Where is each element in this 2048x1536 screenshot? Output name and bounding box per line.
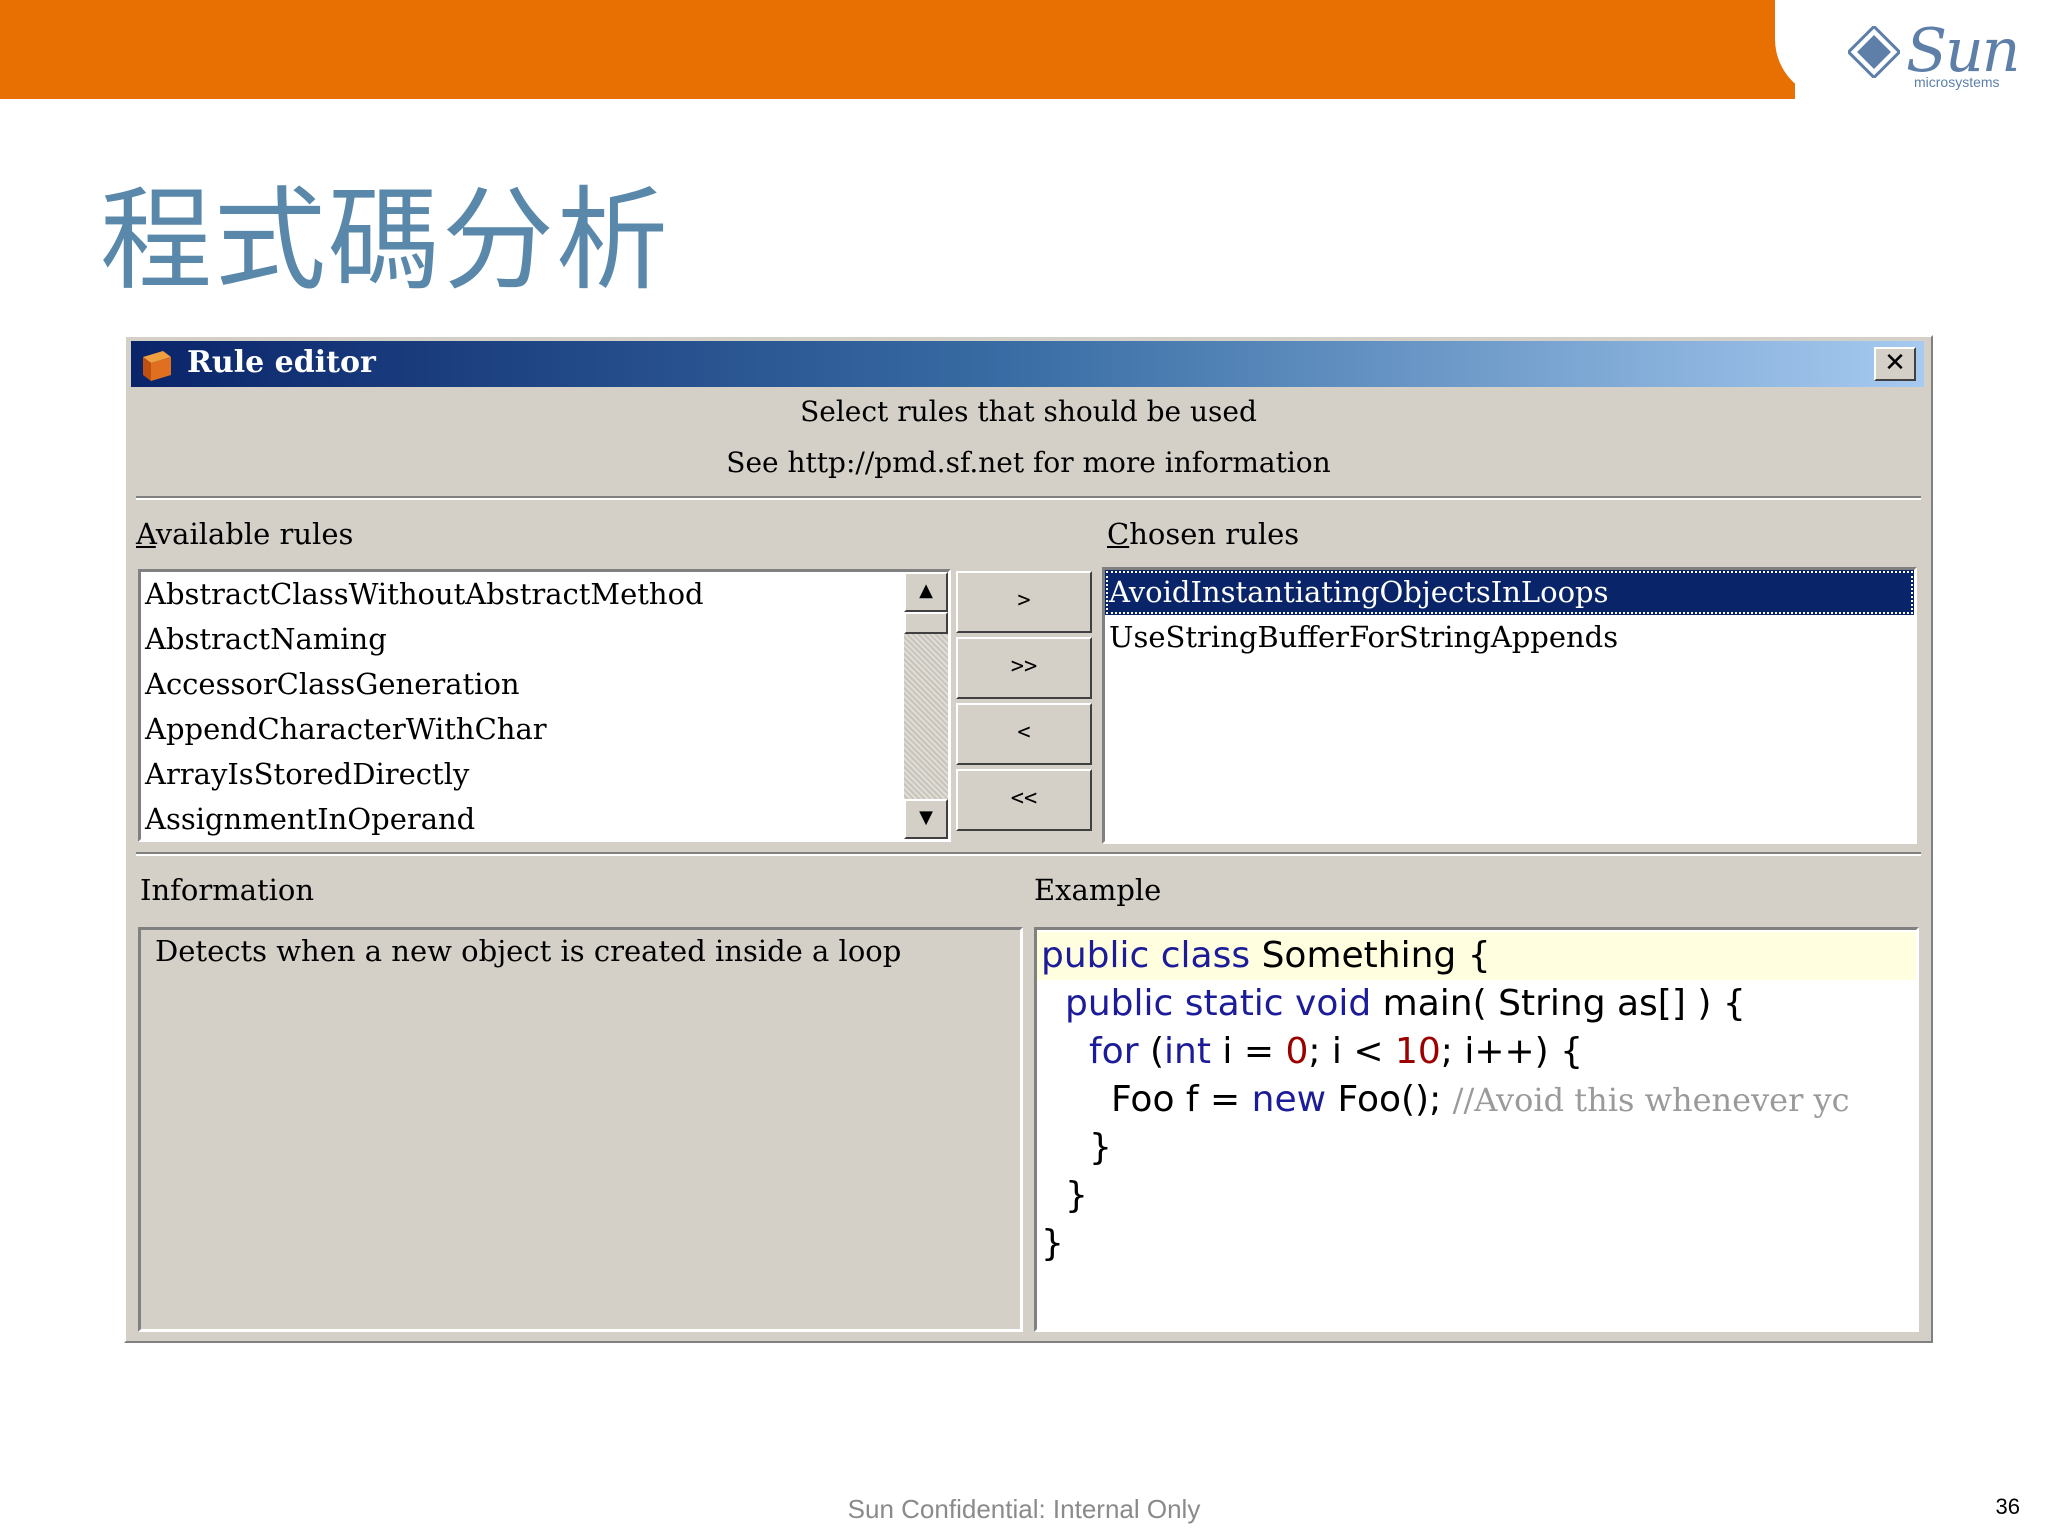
divider: [136, 852, 1921, 856]
information-label: Information: [140, 873, 315, 907]
list-item[interactable]: UseStringBufferForStringAppends: [1105, 615, 1914, 660]
information-panel: Detects when a new object is created ins…: [138, 927, 1023, 1332]
information-text: Detects when a new object is created ins…: [155, 934, 902, 968]
remove-all-rules-button[interactable]: <<: [956, 769, 1092, 831]
instruction-text: Select rules that should be used: [800, 395, 1257, 428]
available-rules-list[interactable]: AbstractClassWithoutAbstractMethod Abstr…: [138, 569, 951, 842]
code-line: }: [1089, 1127, 1112, 1168]
dialog-titlebar[interactable]: Rule editor ✕: [131, 341, 1924, 387]
vertical-scrollbar[interactable]: ▲ ▼: [904, 572, 948, 839]
list-item[interactable]: AbstractClassWithoutAbstractMethod: [141, 572, 948, 617]
add-rule-button[interactable]: >: [956, 571, 1092, 633]
remove-rule-button[interactable]: <: [956, 703, 1092, 765]
scroll-up-icon[interactable]: ▲: [904, 572, 948, 612]
dialog-title: Rule editor: [187, 345, 376, 380]
list-item[interactable]: AbstractNaming: [141, 617, 948, 662]
divider: [136, 496, 1921, 500]
available-rules-label: Available rules: [136, 517, 354, 551]
scroll-down-icon[interactable]: ▼: [904, 799, 948, 839]
code-line: Foo f = new Foo(); //Avoid this whenever…: [1111, 1079, 1850, 1120]
list-item[interactable]: AccessorClassGeneration: [141, 662, 948, 707]
logo-subtitle: microsystems: [1914, 74, 2000, 90]
app-icon: [143, 351, 171, 381]
code-line: public static void main( String as[] ) {: [1065, 983, 1746, 1024]
footer-confidential: Sun Confidential: Internal Only: [847, 1494, 1201, 1524]
code-line: }: [1041, 1223, 1064, 1264]
example-panel[interactable]: public class Something { public static v…: [1034, 927, 1919, 1332]
page-number: 36: [1995, 1494, 2020, 1519]
code-line: public class Something {: [1037, 932, 1916, 980]
list-item[interactable]: AssignmentInOperand: [141, 797, 948, 839]
slide-title: 程式碼分析: [100, 176, 670, 306]
info-link-text: See http://pmd.sf.net for more informati…: [726, 446, 1331, 479]
add-all-rules-button[interactable]: >>: [956, 637, 1092, 699]
list-item[interactable]: ArrayIsStoredDirectly: [141, 752, 948, 797]
rule-editor-dialog: Rule editor ✕ Select rules that should b…: [124, 335, 1933, 1343]
code-line: }: [1065, 1175, 1088, 1216]
code-line: for (int i = 0; i < 10; i++) {: [1089, 1031, 1584, 1072]
chosen-rules-list[interactable]: AvoidInstantiatingObjectsInLoops UseStri…: [1102, 567, 1917, 844]
header-bar: [0, 0, 1795, 99]
example-code: public class Something { public static v…: [1037, 930, 1916, 1329]
list-item-selected[interactable]: AvoidInstantiatingObjectsInLoops: [1105, 570, 1914, 615]
close-button[interactable]: ✕: [1874, 347, 1916, 381]
sun-diamond-icon: [1848, 26, 1900, 78]
example-label: Example: [1034, 873, 1162, 907]
sun-logo: Sun microsystems: [1848, 16, 2020, 90]
scroll-thumb[interactable]: [904, 612, 948, 634]
list-item[interactable]: AppendCharacterWithChar: [141, 707, 948, 752]
chosen-rules-label: Chosen rules: [1107, 517, 1300, 551]
